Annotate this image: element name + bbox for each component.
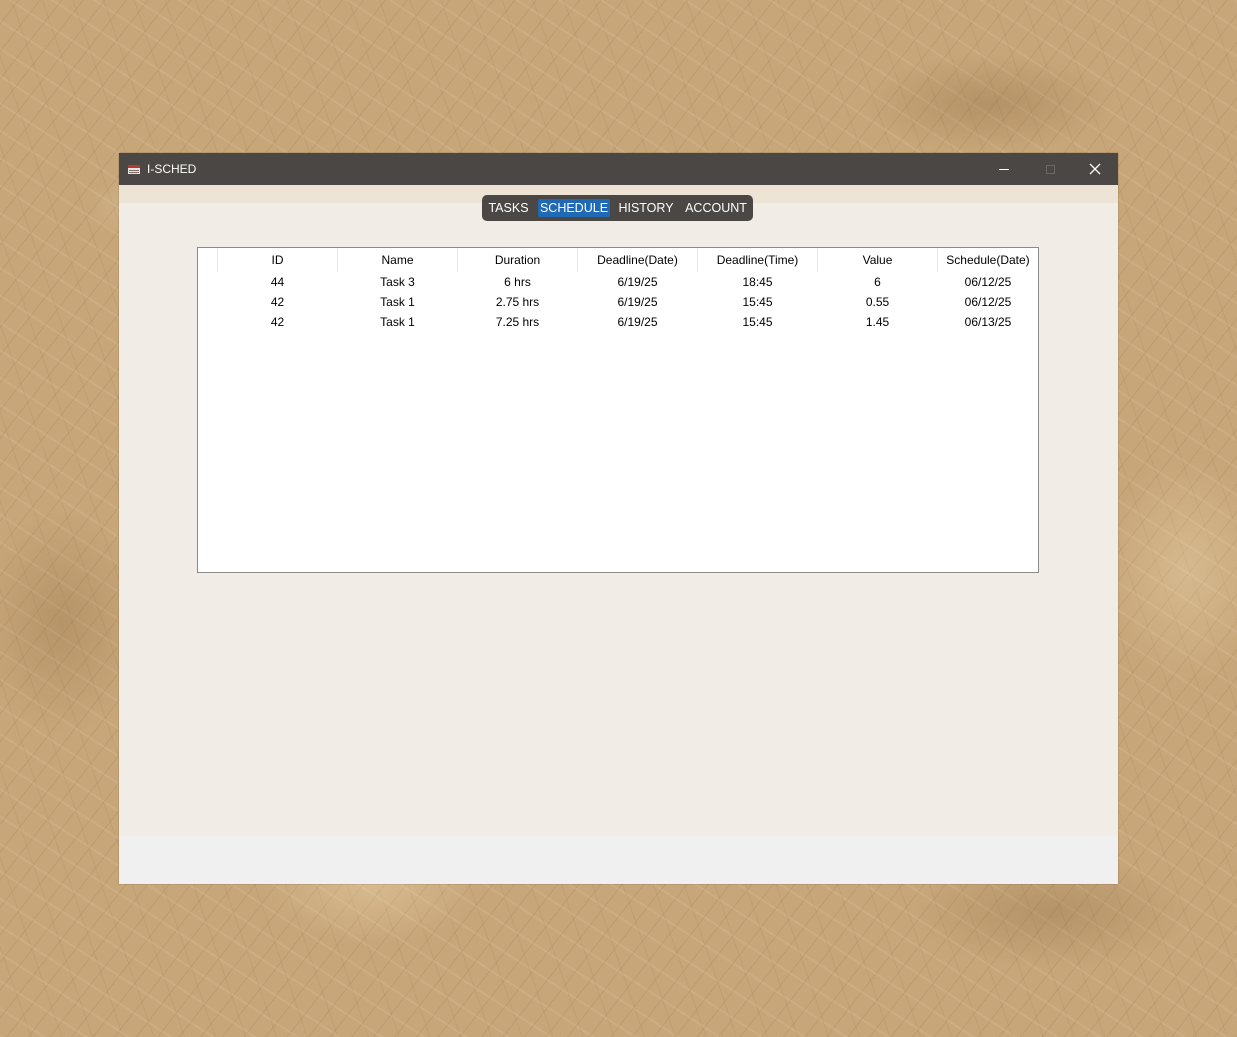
cell-duration: 2.75 hrs [495,295,540,309]
column-header-schedule-date[interactable]: Schedule(Date) [938,252,1038,268]
calendar-icon [128,165,140,174]
close-button[interactable] [1072,153,1118,185]
cell-id: 42 [270,315,285,329]
tab-account[interactable]: ACCOUNT [682,199,750,217]
cell-duration: 7.25 hrs [495,315,540,329]
close-icon [1089,163,1101,175]
cell-deadline-date: 6/19/25 [617,315,658,329]
column-header-value[interactable]: Value [818,252,937,268]
schedule-table[interactable]: ID Name Duration Deadline(Date) Deadline… [197,247,1039,573]
cell-value: 0.55 [865,295,890,309]
title-bar[interactable]: I-SCHED [119,153,1118,185]
app-window: I-SCHED TASKS SCHEDULE HISTORY ACCOUNT I… [119,153,1118,884]
window-title: I-SCHED [147,162,197,176]
table-header: ID Name Duration Deadline(Date) Deadline… [198,248,1038,272]
column-header-deadline-date[interactable]: Deadline(Date) [578,252,697,268]
tab-history[interactable]: HISTORY [615,199,677,217]
maximize-icon [1045,164,1055,174]
cell-schedule-date: 06/13/25 [964,315,1012,329]
cell-deadline-date: 6/19/25 [617,275,658,289]
cell-id: 42 [270,295,285,309]
column-header-deadline-time[interactable]: Deadline(Time) [698,252,817,268]
cell-deadline-time: 18:45 [742,275,773,289]
column-header-name[interactable]: Name [338,252,457,268]
cell-deadline-time: 15:45 [742,295,773,309]
cell-schedule-date: 06/12/25 [964,275,1012,289]
cell-deadline-time: 15:45 [742,315,773,329]
cell-value: 1.45 [865,315,890,329]
cell-duration: 6 hrs [504,275,531,289]
cell-deadline-date: 6/19/25 [617,295,658,309]
maximize-button [1027,153,1073,185]
cell-id: 44 [270,275,285,289]
table-row[interactable]: 42 Task 1 2.75 hrs 6/19/25 15:45 0.55 06… [198,292,1038,312]
minimize-icon [999,168,1009,170]
cell-name: Task 3 [380,275,415,289]
table-row[interactable]: 42 Task 1 7.25 hrs 6/19/25 15:45 1.45 06… [198,312,1038,332]
tab-schedule[interactable]: SCHEDULE [538,199,610,217]
cell-name: Task 1 [380,315,415,329]
cell-value: 6 [874,275,881,289]
footer-bar [119,836,1118,884]
table-row[interactable]: 44 Task 3 6 hrs 6/19/25 18:45 6 06/12/25 [198,272,1038,292]
cell-schedule-date: 06/12/25 [964,295,1012,309]
cell-name: Task 1 [380,295,415,309]
column-header-duration[interactable]: Duration [458,252,577,268]
nav-tabs: TASKS SCHEDULE HISTORY ACCOUNT [482,195,753,221]
minimize-button[interactable] [981,153,1027,185]
column-header-id[interactable]: ID [218,252,337,268]
tab-tasks[interactable]: TASKS [484,199,533,217]
